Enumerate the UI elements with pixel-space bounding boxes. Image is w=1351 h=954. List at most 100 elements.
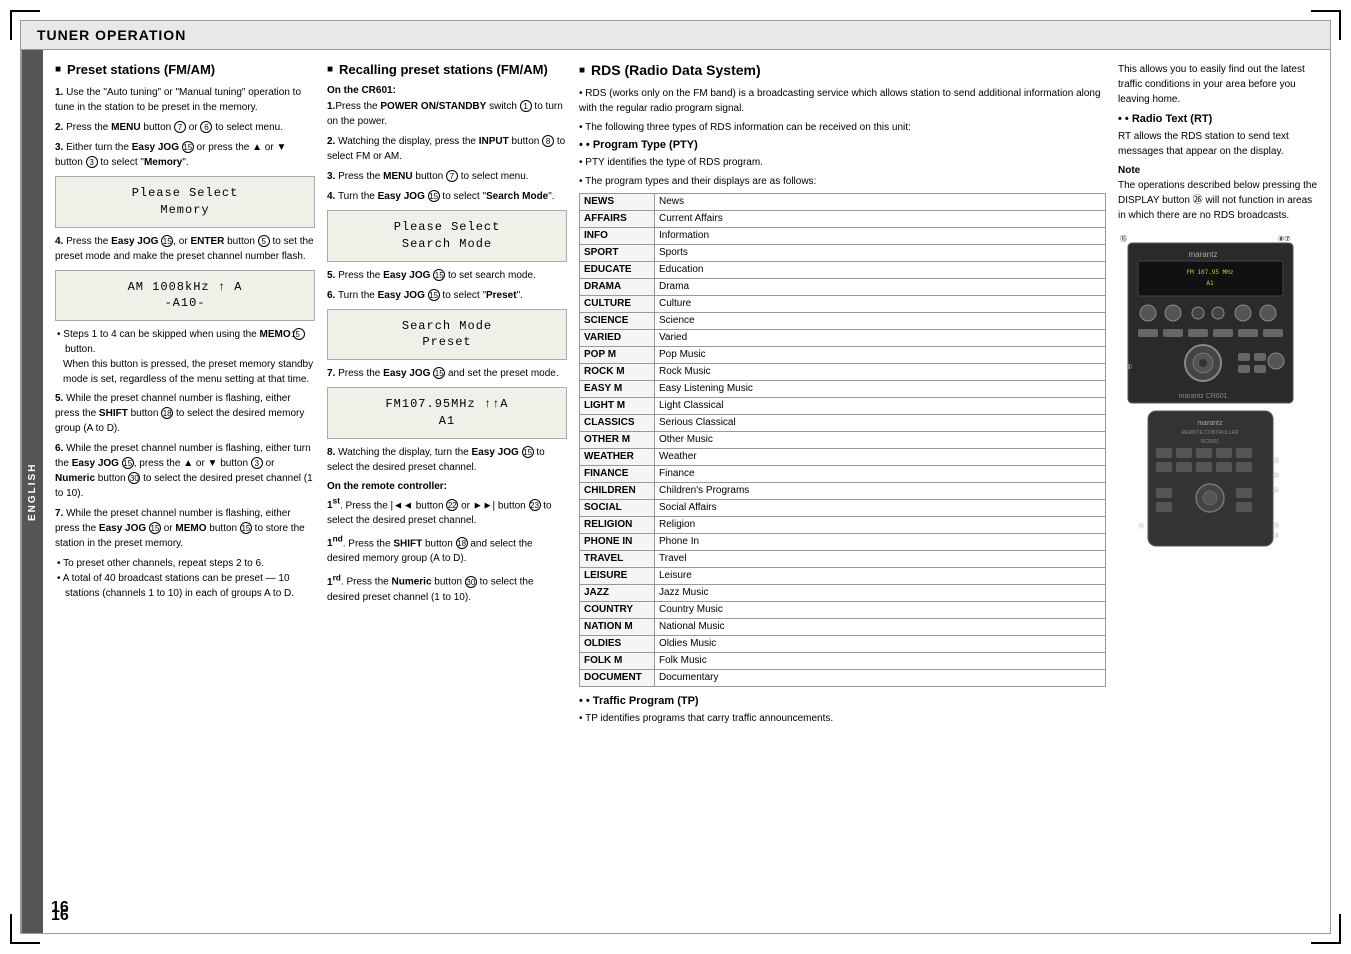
- recall-step-4: 4. Turn the Easy JOG 15 to select "Searc…: [327, 189, 567, 204]
- table-row: SPORTSports: [580, 245, 1106, 262]
- language-tab: ENGLISH: [21, 50, 43, 933]
- note-section: Note The operations described below pres…: [1118, 165, 1318, 223]
- step-4: 4. Press the Easy JOG 15, or ENTER butto…: [55, 234, 315, 264]
- svg-text:A1: A1: [1206, 280, 1214, 287]
- step-3: 3. Either turn the Easy JOG 15 or press …: [55, 140, 315, 170]
- table-row: OLDIESOldies Music: [580, 636, 1106, 653]
- step-7: 7. While the preset channel number is fl…: [55, 506, 315, 551]
- rds-heading: RDS (Radio Data System): [579, 62, 1106, 78]
- step4-note: • Steps 1 to 4 can be skipped when using…: [55, 327, 315, 387]
- table-row: VARIEDVaried: [580, 330, 1106, 347]
- svg-text:FM 107.95 MHz: FM 107.95 MHz: [1187, 269, 1234, 276]
- display-fm: FM107.95MHz ↑↑AA1: [327, 387, 567, 439]
- table-row: SCIENCEScience: [580, 313, 1106, 330]
- page-number: 16: [51, 907, 69, 925]
- step-6: 6. While the preset channel number is fl…: [55, 441, 315, 501]
- table-row: LEISURELeisure: [580, 568, 1106, 585]
- svg-text:⑧⑦: ⑧⑦: [1278, 235, 1291, 243]
- preset-stations-heading: Preset stations (FM/AM): [55, 62, 315, 77]
- device-svg: ⑮ ⑧⑦ marantz FM 107.95 MHz A1: [1118, 233, 1303, 553]
- table-row: EASY MEasy Listening Music: [580, 381, 1106, 398]
- rds-intro-2: • The following three types of RDS infor…: [579, 120, 1106, 135]
- recall-step-7: 7. Press the Easy JOG 15 and set the pre…: [327, 366, 567, 381]
- rds-table: NEWSNewsAFFAIRSCurrent AffairsINFOInform…: [579, 193, 1106, 687]
- svg-text:marantz: marantz: [1189, 250, 1218, 259]
- svg-text:⑮: ⑮: [1120, 235, 1127, 243]
- table-row: LIGHT MLight Classical: [580, 398, 1106, 415]
- traffic-program-section: • Traffic Program (TP) • TP identifies p…: [579, 695, 1106, 726]
- recalling-stations-column: Recalling preset stations (FM/AM) On the…: [327, 62, 567, 921]
- device-illustration: ⑮ ⑧⑦ marantz FM 107.95 MHz A1: [1118, 233, 1318, 556]
- recall-step-8: 8. Watching the display, turn the Easy J…: [327, 445, 567, 475]
- table-row: CLASSICSSerious Classical: [580, 415, 1106, 432]
- table-row: NATION MNational Music: [580, 619, 1106, 636]
- remote-step-2: 1nd. Press the SHIFT button 18 and selec…: [327, 533, 567, 566]
- table-row: WEATHERWeather: [580, 449, 1106, 466]
- tp-bullet: • TP identifies programs that carry traf…: [579, 711, 1106, 726]
- table-row: SOCIALSocial Affairs: [580, 500, 1106, 517]
- on-cr601-label: On the CR601:: [327, 85, 567, 96]
- radio-text-section: • Radio Text (RT) RT allows the RDS stat…: [1118, 113, 1318, 159]
- table-row: ROCK MRock Music: [580, 364, 1106, 381]
- note-title: Note: [1118, 165, 1318, 176]
- svg-text:marantz: marantz: [1197, 420, 1223, 427]
- table-row: AFFAIRSCurrent Affairs: [580, 211, 1106, 228]
- pty-bullet-1: • PTY identifies the type of RDS program…: [579, 155, 1106, 170]
- table-row: DOCUMENTDocumentary: [580, 670, 1106, 687]
- display-preset: Search ModePreset: [327, 309, 567, 361]
- table-row: OTHER MOther Music: [580, 432, 1106, 449]
- svg-text:REMOTE CONTROLLER: REMOTE CONTROLLER: [1182, 430, 1239, 436]
- rds-column: RDS (Radio Data System) • RDS (works onl…: [579, 62, 1106, 921]
- additional-info-column: This allows you to easily find out the l…: [1118, 62, 1318, 921]
- svg-text:①: ①: [1126, 363, 1132, 371]
- recalling-heading: Recalling preset stations (FM/AM): [327, 62, 567, 77]
- table-row: INFOInformation: [580, 228, 1106, 245]
- step7-notes: • To preset other channels, repeat steps…: [55, 556, 315, 601]
- radio-text-heading: • Radio Text (RT): [1118, 113, 1318, 125]
- step-2: 2. Press the MENU button 7 or 6 to selec…: [55, 120, 315, 135]
- step-1: 1. Use the "Auto tuning" or "Manual tuni…: [55, 85, 315, 115]
- table-row: NEWSNews: [580, 194, 1106, 211]
- table-row: FOLK MFolk Music: [580, 653, 1106, 670]
- rt-bullet: RT allows the RDS station to send text m…: [1118, 129, 1318, 159]
- svg-text:⑱: ⑱: [1273, 532, 1279, 540]
- main-border: TUNER OPERATION ENGLISH Preset stations …: [20, 20, 1331, 934]
- svg-text:㉒: ㉒: [1273, 472, 1279, 480]
- table-row: COUNTRYCountry Music: [580, 602, 1106, 619]
- recall-step-3: 3. Press the MENU button 7 to select men…: [327, 169, 567, 184]
- rds-intro-1: • RDS (works only on the FM band) is a b…: [579, 86, 1106, 116]
- table-row: RELIGIONReligion: [580, 517, 1106, 534]
- table-row: POP MPop Music: [580, 347, 1106, 364]
- program-type-section: • Program Type (PTY) • PTY identifies th…: [579, 139, 1106, 687]
- step-5: 5. While the preset channel number is fl…: [55, 391, 315, 436]
- table-row: PHONE INPhone In: [580, 534, 1106, 551]
- table-row: EDUCATEEducation: [580, 262, 1106, 279]
- table-row: JAZZJazz Music: [580, 585, 1106, 602]
- svg-text:marantz CR601: marantz CR601: [1178, 393, 1227, 400]
- page-title: TUNER OPERATION: [21, 21, 1330, 50]
- display-am: AM 1008kHz ↑ A-A10-: [55, 270, 315, 322]
- traffic-note: This allows you to easily find out the l…: [1118, 62, 1318, 107]
- table-row: CULTURECulture: [580, 296, 1106, 313]
- recall-step-6: 6. Turn the Easy JOG 15 to select "Prese…: [327, 288, 567, 303]
- display-memory: Please SelectMemory: [55, 176, 315, 228]
- display-search-mode: Please SelectSearch Mode: [327, 210, 567, 262]
- table-row: FINANCEFinance: [580, 466, 1106, 483]
- svg-text:⑲: ⑲: [1273, 522, 1279, 530]
- page: TUNER OPERATION ENGLISH Preset stations …: [0, 0, 1351, 954]
- table-row: CHILDRENChildren's Programs: [580, 483, 1106, 500]
- program-type-heading: • Program Type (PTY): [579, 139, 1106, 151]
- table-row: DRAMADrama: [580, 279, 1106, 296]
- preset-stations-column: Preset stations (FM/AM) 1. Use the "Auto…: [55, 62, 315, 921]
- svg-text:⑮: ⑮: [1138, 522, 1144, 530]
- svg-text:RC9001: RC9001: [1201, 439, 1220, 445]
- table-row: TRAVELTravel: [580, 551, 1106, 568]
- recall-step-5: 5. Press the Easy JOG 15 to set search m…: [327, 268, 567, 283]
- svg-text:㉓: ㉓: [1273, 457, 1279, 465]
- svg-text:㉑: ㉑: [1273, 487, 1279, 495]
- traffic-program-heading: • Traffic Program (TP): [579, 695, 1106, 707]
- content-area: ENGLISH Preset stations (FM/AM) 1. Use t…: [21, 50, 1330, 933]
- remote-step-1: 1st. Press the |◄◄ button 22 or ►►| butt…: [327, 495, 567, 528]
- note-text: The operations described below pressing …: [1118, 178, 1318, 223]
- on-remote-label: On the remote controller:: [327, 481, 567, 492]
